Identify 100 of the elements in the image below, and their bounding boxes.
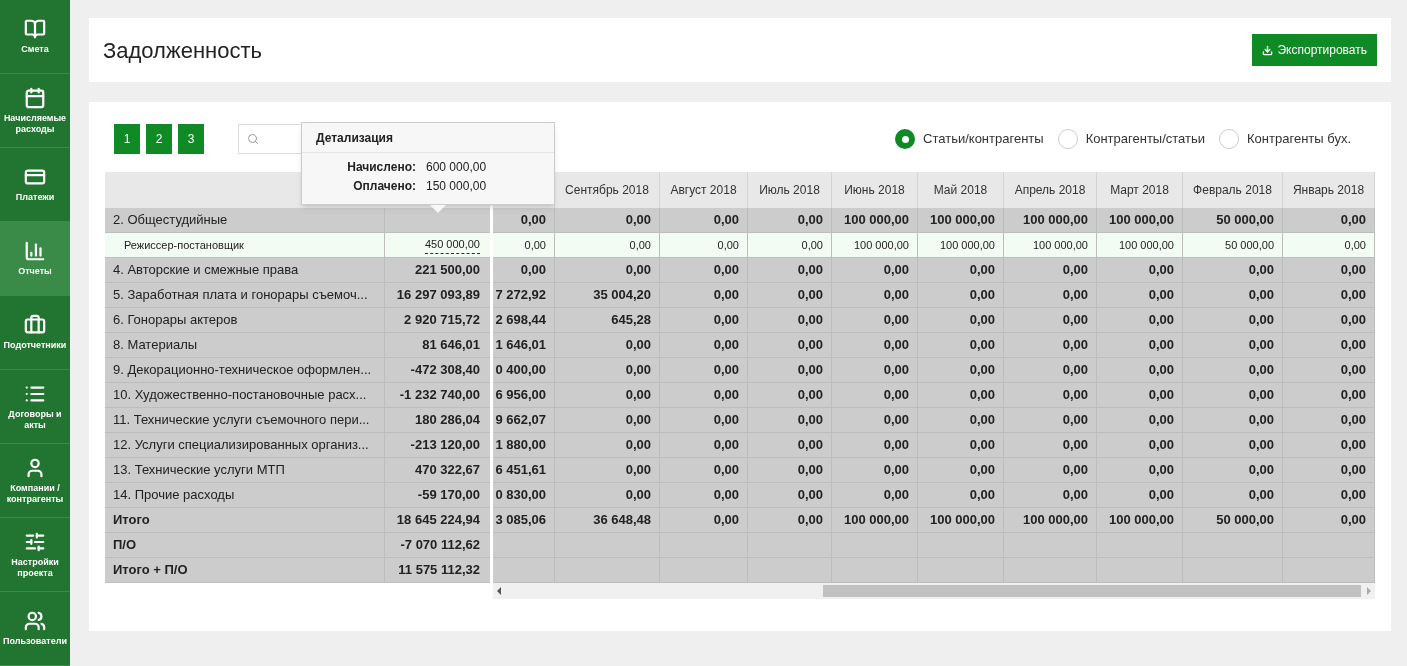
table-cell: 0,00 (660, 483, 748, 507)
level-button[interactable]: 1 (114, 124, 140, 154)
scrollbar[interactable] (493, 583, 1375, 599)
sidebar-item[interactable]: Настройки проекта (0, 518, 70, 592)
table-cell: 0,00 (555, 458, 660, 482)
table-cell: 0,00 (660, 458, 748, 482)
table-cell: 0,00 (1097, 333, 1183, 357)
table-cell: 0,00 (660, 208, 748, 232)
sidebar-item[interactable]: Платежи (0, 148, 70, 222)
table-cell: 0,00 (1097, 458, 1183, 482)
table-cell: 0,00 (748, 333, 832, 357)
total-cell-text: -7 070 112,62 (399, 536, 481, 555)
sidebar-item[interactable]: Договоры и акты (0, 370, 70, 444)
level-button[interactable]: 2 (146, 124, 172, 154)
table-cell: 0,00 (493, 208, 555, 232)
table-cell: 0,00 (660, 308, 748, 332)
sidebar-item[interactable]: Отчеты (0, 222, 70, 296)
table-cell: 0,00 (555, 383, 660, 407)
table-cell: 100 000,00 (1004, 208, 1097, 232)
radio-button[interactable] (1219, 129, 1240, 149)
total-cell-text: -472 308,40 (409, 361, 481, 380)
table-cell: 0,00 (1283, 408, 1375, 432)
table-cell: 0,00 (1004, 283, 1097, 307)
export-button[interactable]: Экспортировать (1252, 34, 1377, 66)
table-cell: 0,00 (1183, 408, 1283, 432)
sidebar-item[interactable]: Пользователи (0, 592, 70, 666)
table-cell: 0,00 (660, 408, 748, 432)
tooltip-value: 600 000,00 (426, 159, 487, 176)
table-cell: 0,00 (918, 358, 1004, 382)
table-cell: 0,00 (1004, 408, 1097, 432)
row-label: П/О (105, 533, 385, 557)
download-icon (1262, 44, 1274, 56)
table-cell: 0,00 (1183, 283, 1283, 307)
table-cell: 0,00 (748, 233, 832, 257)
table-cell: 0,00 (832, 283, 918, 307)
calendar-icon (24, 86, 46, 109)
table-cell: 0,00 (1283, 433, 1375, 457)
sidebar-item[interactable]: Компании / контрагенты (0, 444, 70, 518)
book-icon (24, 18, 46, 40)
table-cell: 0,00 (832, 483, 918, 507)
table-cell: 0,00 (555, 233, 660, 257)
table-cell: 0,00 (918, 258, 1004, 282)
radio-label: Контрагенты/статьи (1085, 130, 1206, 149)
level-button[interactable]: 3 (178, 124, 204, 154)
table-cell: 0,00 (1097, 483, 1183, 507)
detail-link[interactable]: 450 000,00 (424, 236, 480, 254)
sidebar-item[interactable]: Начисляемые расходы (0, 74, 70, 148)
total-cell-text: 470 322,67 (413, 461, 481, 480)
table-cell: 100 000,00 (1097, 233, 1183, 257)
total-cell-text: -213 120,00 (409, 436, 481, 455)
total-cell-text: 2 920 715,72 (403, 311, 481, 330)
radio-button[interactable] (895, 129, 916, 149)
row-label: Итого + П/О (105, 558, 385, 582)
card-icon (24, 166, 46, 188)
radio-button[interactable] (1057, 129, 1078, 149)
table-cell: 35 004,20 (555, 283, 660, 307)
table-cell: 50 000,00 (1183, 208, 1283, 232)
table-cell: 0,00 (748, 208, 832, 232)
radio-label: Контрагенты бух. (1247, 130, 1351, 149)
table-cell: 0,00 (1283, 308, 1375, 332)
users-icon (24, 610, 46, 632)
sidebar-item[interactable]: Подотчетники (0, 296, 70, 370)
table-cell: 0,00 (660, 258, 748, 282)
table-cell: 0,00 (1004, 383, 1097, 407)
table-cell: 0,00 (748, 283, 832, 307)
table-cell: 0 400,00 (493, 358, 555, 382)
table-cell: 0,00 (918, 308, 1004, 332)
table-cell: 6 956,00 (493, 383, 555, 407)
table-cell: 0,00 (832, 358, 918, 382)
table-cell: 0,00 (1183, 433, 1283, 457)
table-cell: 0,00 (918, 333, 1004, 357)
table-cell: 0,00 (1004, 308, 1097, 332)
row-label: 5. Заработная плата и гонорары съемоч... (105, 283, 385, 307)
table-cell: 0,00 (1183, 383, 1283, 407)
table-cell: 0,00 (748, 458, 832, 482)
table-cell: 0,00 (1283, 333, 1375, 357)
table-cell: 0,00 (1097, 283, 1183, 307)
row-label: 14. Прочие расходы (105, 483, 385, 507)
table-cell: 0,00 (660, 233, 748, 257)
sidebar-item[interactable]: Смета (0, 0, 70, 74)
table-cell: 0,00 (1097, 258, 1183, 282)
radio-label: Статьи/контрагенты (923, 130, 1044, 149)
total-cell-text: 16 297 093,89 (395, 286, 481, 305)
table-cell: 2 698,44 (493, 308, 555, 332)
table-cell: 0,00 (1004, 333, 1097, 357)
table-cell: 0,00 (748, 258, 832, 282)
row-label: 2. Общестудийные (105, 208, 385, 232)
table-cell: 0,00 (748, 483, 832, 507)
scrollbar-thumb[interactable] (823, 585, 1361, 597)
table-cell: 0,00 (832, 408, 918, 432)
table-cell: 1 880,00 (493, 433, 555, 457)
table-cell: 0,00 (748, 383, 832, 407)
table-cell: 50 000,00 (1183, 508, 1283, 532)
table-cell: 6 451,61 (493, 458, 555, 482)
table-cell: 0,00 (918, 458, 1004, 482)
table-cell: 0,00 (832, 458, 918, 482)
table-cell: 0 830,00 (493, 483, 555, 507)
total-cell-text: 18 645 224,94 (395, 511, 481, 530)
table-cell: 0,00 (918, 383, 1004, 407)
table-cell: 0,00 (1183, 258, 1283, 282)
